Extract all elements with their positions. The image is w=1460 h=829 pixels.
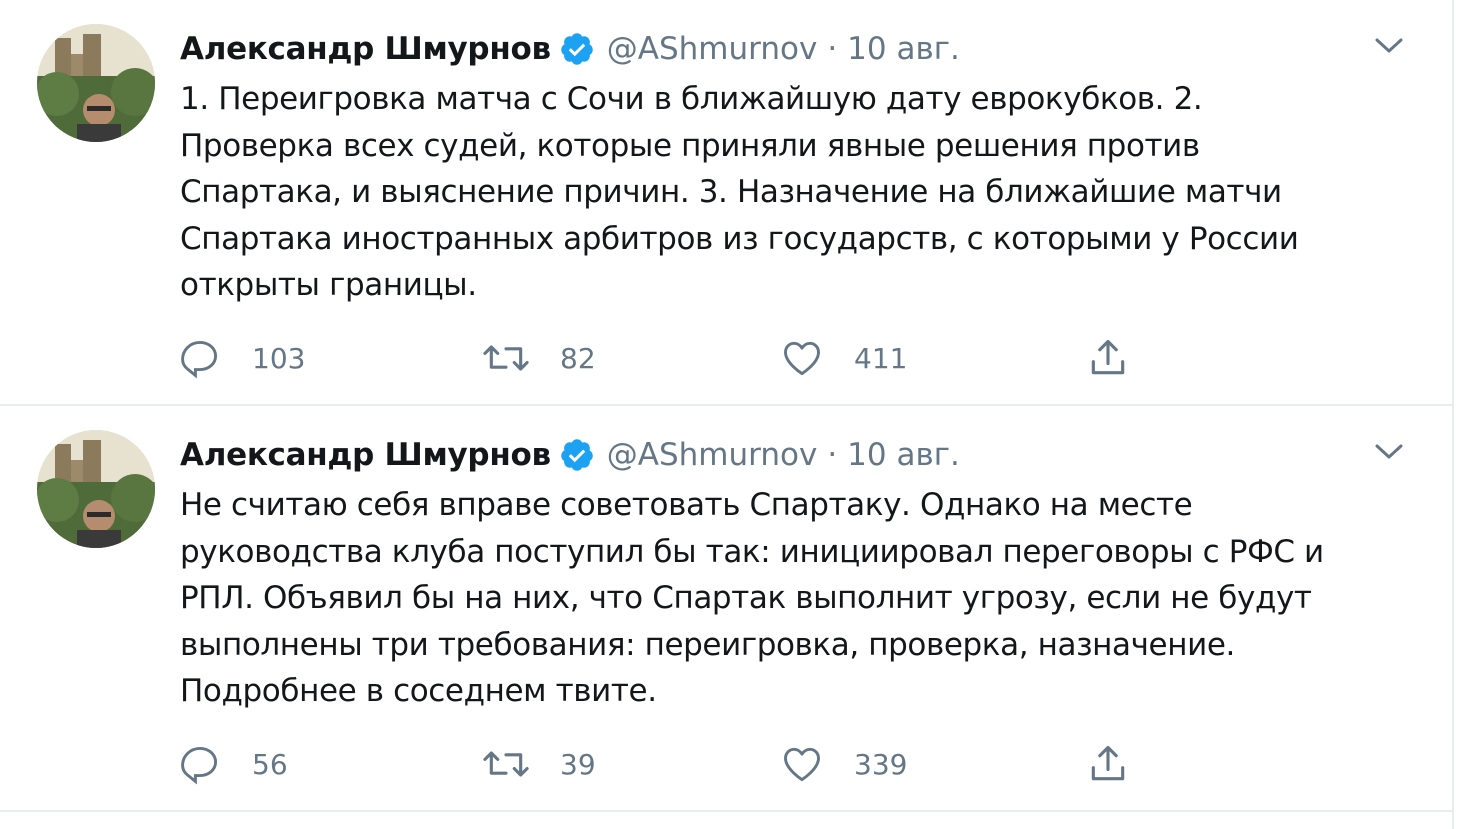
retweet-count: 39	[560, 747, 596, 781]
author-name[interactable]: Александр Шмурнов	[180, 437, 551, 473]
like-button[interactable]: 339	[780, 739, 907, 789]
tweet-timestamp[interactable]: 10 авг.	[847, 437, 960, 473]
reply-icon	[181, 746, 218, 785]
heart-icon	[784, 341, 820, 376]
tweet-header: Александр Шмурнов @AShmurnov · 10 авг.	[180, 24, 960, 74]
like-button[interactable]: 411	[780, 333, 907, 383]
tweet-text: Не считаю себя вправе советовать Спартак…	[180, 487, 1324, 709]
share-button[interactable]	[1086, 333, 1130, 383]
separator-dot: ·	[827, 437, 838, 473]
like-count: 339	[854, 747, 908, 781]
author-name[interactable]: Александр Шмурнов	[180, 31, 551, 67]
retweet-icon	[483, 751, 529, 777]
avatar[interactable]	[37, 24, 155, 142]
reply-button[interactable]: 56	[178, 739, 288, 789]
share-icon	[1091, 745, 1125, 781]
tweet-actions: 56 39 339	[178, 739, 1138, 789]
reply-button[interactable]: 103	[178, 333, 305, 383]
author-handle[interactable]: @AShmurnov	[607, 437, 818, 473]
avatar-photo	[37, 24, 155, 142]
tweet-actions: 103 82 411	[178, 333, 1138, 383]
avatar-photo	[37, 430, 155, 548]
tweet[interactable]: Александр Шмурнов @AShmurnov · 10 авг. Н…	[0, 406, 1452, 812]
share-icon	[1091, 339, 1125, 375]
separator-dot: ·	[827, 31, 838, 67]
retweet-icon	[483, 345, 529, 371]
verified-badge-icon	[559, 437, 595, 473]
retweet-button[interactable]: 82	[482, 333, 596, 383]
reply-count: 103	[252, 341, 306, 375]
like-count: 411	[854, 341, 908, 375]
avatar[interactable]	[37, 430, 155, 548]
tweet[interactable]: Александр Шмурнов @AShmurnov · 10 авг. 1…	[0, 0, 1452, 406]
chevron-down-icon[interactable]	[1374, 442, 1404, 466]
reply-icon	[181, 340, 218, 379]
retweet-count: 82	[560, 341, 596, 375]
tweet-header: Александр Шмурнов @AShmurnov · 10 авг.	[180, 430, 960, 480]
verified-badge-icon	[559, 31, 595, 67]
author-handle[interactable]: @AShmurnov	[607, 31, 818, 67]
tweet-text: 1. Переигровка матча с Сочи в ближайшую …	[180, 81, 1299, 303]
tweet-timestamp[interactable]: 10 авг.	[847, 31, 960, 67]
reply-count: 56	[252, 747, 288, 781]
heart-icon	[784, 747, 820, 782]
tweet-feed: Александр Шмурнов @AShmurnov · 10 авг. 1…	[0, 0, 1454, 829]
retweet-button[interactable]: 39	[482, 739, 596, 789]
share-button[interactable]	[1086, 739, 1130, 789]
chevron-down-icon[interactable]	[1374, 36, 1404, 60]
